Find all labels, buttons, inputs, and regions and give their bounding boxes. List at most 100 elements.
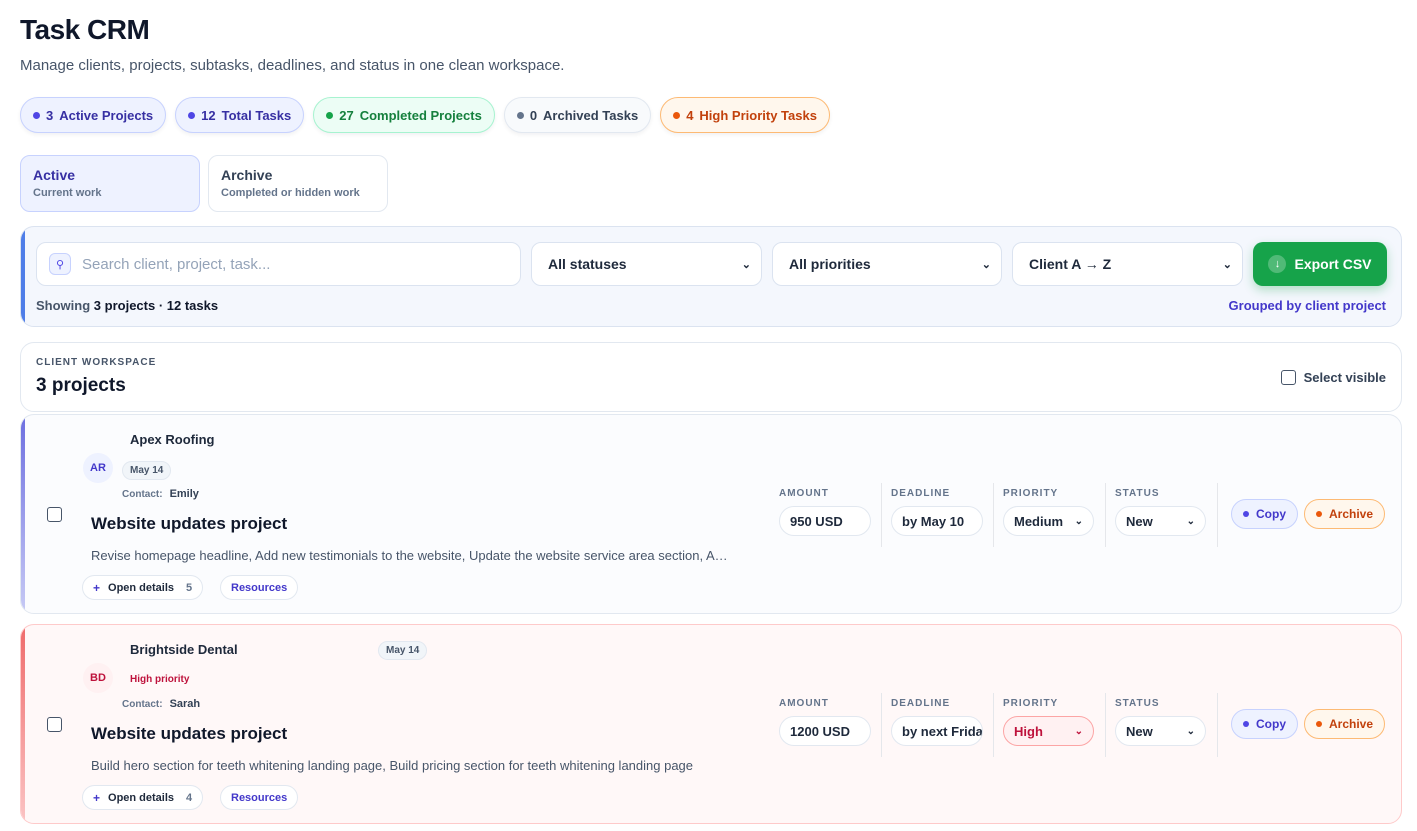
copy-label: Copy (1256, 507, 1286, 521)
dot-icon (326, 111, 334, 119)
priority-filter-select[interactable]: All priorities ⌄ (772, 242, 1002, 286)
plus-icon: + (93, 580, 101, 595)
divider (993, 693, 994, 757)
tab-label: Active (33, 167, 76, 183)
stat-label: Active Projects (59, 107, 154, 123)
open-details-button[interactable]: + Open details 5 (82, 575, 204, 600)
stat-count: 4 (686, 107, 694, 123)
search-box[interactable]: ⚲ (36, 242, 521, 286)
chevron-down-icon: ⌄ (1074, 725, 1083, 737)
dot-icon (1316, 511, 1322, 517)
stat-count: 3 (46, 107, 54, 123)
status-filter-select[interactable]: All statuses ⌄ (531, 242, 762, 286)
chevron-down-icon: ⌄ (1222, 258, 1232, 271)
select-visible-checkbox[interactable] (1280, 370, 1296, 385)
task-count: 5 (186, 581, 193, 594)
page-title: Task CRM (20, 14, 150, 45)
stat-high-priority-tasks[interactable]: 4 High Priority Tasks (660, 97, 830, 133)
stat-label: High Priority Tasks (699, 107, 817, 123)
chevron-down-icon: ⌄ (741, 258, 751, 271)
workspace-header: CLIENT WORKSPACE 3 projects Select visib… (20, 342, 1402, 412)
search-input[interactable] (82, 255, 502, 273)
amount-field[interactable]: 950 USD (779, 506, 871, 536)
dot-icon (1316, 721, 1322, 727)
copy-button[interactable]: Copy (1231, 499, 1298, 529)
high-priority-badge: High priority (130, 674, 190, 685)
tab-archive[interactable]: Archive Completed or hidden work (208, 155, 388, 212)
open-details-button[interactable]: + Open details 4 (82, 785, 204, 810)
avatar: BD (83, 663, 113, 693)
select-visible-control[interactable]: Select visible (1280, 370, 1386, 385)
plus-icon: + (93, 790, 101, 805)
status-column: STATUS New ⌄ (1115, 488, 1206, 536)
priority-label: PRIORITY (1003, 488, 1059, 499)
sort-value: Client A → Z (1029, 256, 1112, 272)
project-card: AR Apex Roofing May 14 Contact: Emily Web… (20, 414, 1402, 614)
status-select[interactable]: New ⌄ (1115, 506, 1206, 536)
chevron-down-icon: ⌄ (1186, 515, 1195, 527)
sort-select[interactable]: Client A → Z ⌄ (1012, 242, 1243, 286)
tab-sublabel: Current work (33, 187, 102, 199)
stat-count: 0 (529, 107, 538, 123)
contact-label: Contact: (122, 699, 163, 710)
tab-label: Archive (221, 167, 273, 183)
project-select-checkbox[interactable] (47, 507, 62, 522)
deadline-field[interactable]: by May 10 (891, 506, 983, 536)
deadline-field[interactable]: by next Friday (891, 716, 983, 746)
project-select-checkbox[interactable] (47, 717, 62, 732)
resources-button[interactable]: Resources (220, 575, 299, 600)
amount-field[interactable]: 1200 USD (779, 716, 871, 746)
archive-label: Archive (1329, 507, 1374, 521)
client-name: Apex Roofing (130, 432, 215, 447)
task-crm-app: Task CRM Manage clients, projects, subta… (0, 0, 1417, 831)
stat-completed-projects[interactable]: 27 Completed Projects (313, 97, 495, 133)
project-card: BD Brightside Dental May 14 High priorit… (20, 624, 1402, 824)
deadline-label: DEADLINE (891, 488, 951, 499)
contact-label: Contact: (122, 489, 163, 500)
showing-prefix: Showing (36, 298, 91, 313)
copy-label: Copy (1256, 717, 1286, 731)
date-badge: May 14 (122, 461, 172, 480)
divider (1217, 483, 1218, 547)
dot-icon (188, 111, 196, 119)
page-subtitle: Manage clients, projects, subtasks, dead… (20, 57, 565, 74)
stat-label: Archived Tasks (543, 107, 639, 123)
priority-column: PRIORITY High ⌄ (1003, 698, 1094, 746)
stat-total-tasks[interactable]: 12 Total Tasks (175, 97, 305, 133)
status-value: New (1126, 723, 1153, 739)
tab-active[interactable]: Active Current work (20, 155, 200, 212)
status-select[interactable]: New ⌄ (1115, 716, 1206, 746)
deadline-column: DEADLINE by next Friday (891, 698, 983, 746)
priority-select[interactable]: Medium ⌄ (1003, 506, 1094, 536)
open-details-label: Open details (108, 581, 175, 594)
stat-count: 12 (201, 107, 216, 123)
status-label: STATUS (1115, 698, 1160, 709)
copy-button[interactable]: Copy (1231, 709, 1298, 739)
stat-archived-tasks[interactable]: 0 Archived Tasks (503, 97, 652, 133)
export-csv-button[interactable]: ↓ Export CSV (1253, 242, 1387, 286)
contact-name: Emily (169, 488, 199, 500)
filter-bar: ⚲ All statuses ⌄ All priorities ⌄ Client… (20, 226, 1402, 327)
project-name: Website updates project (91, 514, 288, 533)
project-description: Revise homepage headline, Add new testim… (91, 548, 731, 563)
divider (1105, 693, 1106, 757)
status-column: STATUS New ⌄ (1115, 698, 1206, 746)
stat-count: 27 (339, 107, 354, 123)
resources-button[interactable]: Resources (220, 785, 299, 810)
open-details-label: Open details (108, 791, 175, 804)
status-label: STATUS (1115, 488, 1160, 499)
divider (1217, 693, 1218, 757)
status-filter-value: All statuses (548, 256, 627, 272)
archive-button[interactable]: Archive (1304, 499, 1386, 529)
stat-active-projects[interactable]: 3 Active Projects (20, 97, 167, 133)
download-icon: ↓ (1268, 255, 1287, 273)
contact-info: Contact: Sarah (122, 698, 200, 710)
priority-column: PRIORITY Medium ⌄ (1003, 488, 1094, 536)
contact-name: Sarah (169, 698, 201, 710)
priority-select[interactable]: High ⌄ (1003, 716, 1094, 746)
view-tabs: Active Current work Archive Completed or… (20, 155, 388, 212)
stat-label: Completed Projects (359, 107, 482, 123)
archive-button[interactable]: Archive (1304, 709, 1386, 739)
results-summary: Showing 3 projects · 12 tasks (36, 298, 218, 313)
avatar: AR (83, 453, 113, 483)
